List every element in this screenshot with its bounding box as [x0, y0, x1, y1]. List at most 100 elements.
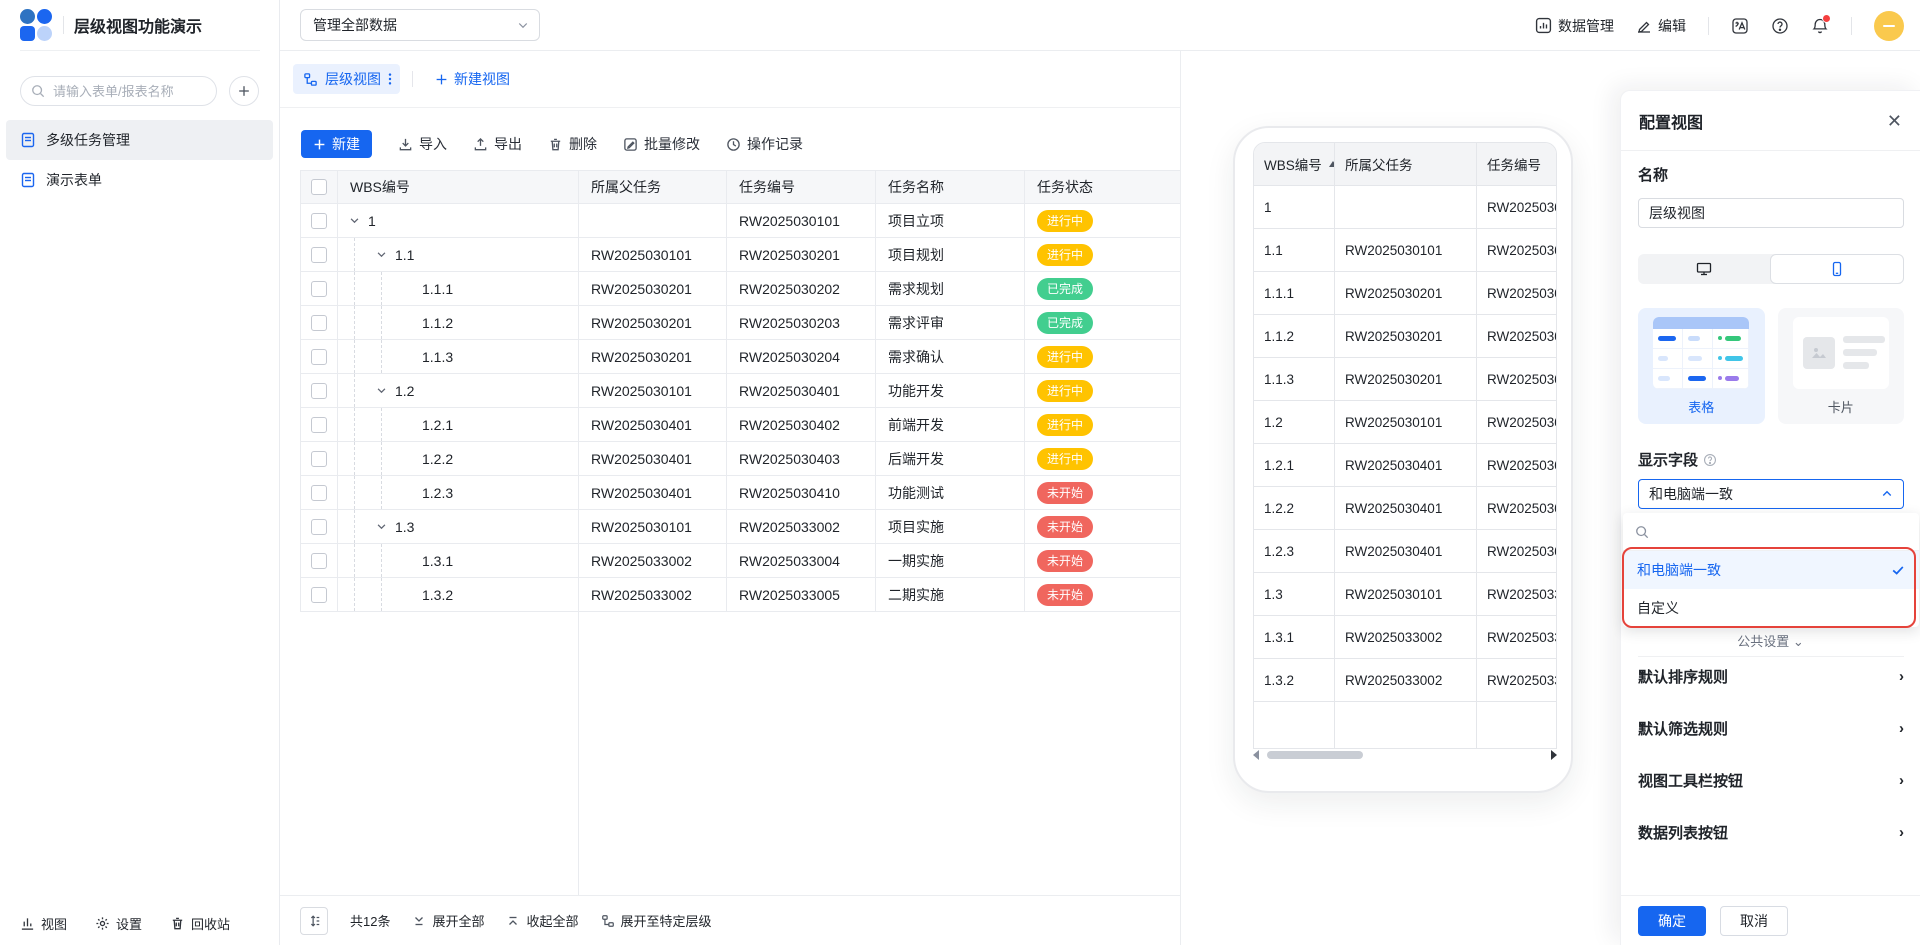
app-logo-icon	[20, 9, 52, 41]
table-row[interactable]: 1.3.2 RW2025033002 RW2025033005 二期实施 未开始	[301, 578, 1180, 612]
dropdown-option-custom[interactable]: 自定义	[1623, 589, 1919, 627]
expand-to-level-button[interactable]: 展开至特定层级	[601, 911, 712, 930]
scope-select[interactable]: 管理全部数据	[300, 9, 540, 41]
phone-table-row: 1.1.1 RW2025030201 RW2025030202	[1254, 272, 1556, 315]
search-input[interactable]	[51, 83, 206, 100]
column-header[interactable]: 任务编号	[727, 171, 876, 204]
column-header[interactable]: 任务状态	[1025, 171, 1180, 204]
display-fields-select[interactable]: 和电脑端一致	[1638, 479, 1904, 509]
sidebar-item[interactable]: 演示表单	[6, 160, 273, 200]
recycle-bin-button[interactable]: 回收站	[170, 914, 230, 933]
expand-all-button[interactable]: 展开全部	[412, 911, 484, 930]
table-row[interactable]: 1.2 RW2025030101 RW2025030401 功能开发 进行中	[301, 374, 1180, 408]
column-header[interactable]: 任务名称	[876, 171, 1025, 204]
column-header[interactable]: WBS编号	[338, 171, 579, 204]
table-row[interactable]: 1.1.1 RW2025030201 RW2025030202 需求规划 已完成	[301, 272, 1180, 306]
select-all-checkbox[interactable]	[311, 179, 327, 195]
delete-button[interactable]: 删除	[548, 134, 597, 154]
phone-wbs-cell: 1.2.2	[1254, 487, 1335, 530]
common-settings-toggle[interactable]: 公共设置 ⌄	[1621, 631, 1920, 650]
phone-task-number-cell: RW2025030201	[1477, 229, 1556, 272]
row-checkbox[interactable]	[311, 281, 327, 297]
table-row[interactable]: 1.1.3 RW2025030201 RW2025030204 需求确认 进行中	[301, 340, 1180, 374]
import-icon	[398, 137, 413, 152]
row-checkbox[interactable]	[311, 315, 327, 331]
config-section-row[interactable]: 默认排序规则 ›	[1638, 661, 1904, 691]
data-manage-button[interactable]: 数据管理	[1535, 16, 1614, 36]
views-button[interactable]: 视图	[20, 914, 67, 933]
column-header[interactable]: 所属父任务	[579, 171, 727, 204]
record-toolbar: 新建 导入 导出 删除 批量修改 操作记录	[280, 108, 1180, 158]
table-row[interactable]: 1.2.3 RW2025030401 RW2025030410 功能测试 未开始	[301, 476, 1180, 510]
scroll-left-arrow-icon[interactable]	[1253, 750, 1259, 760]
notifications-button[interactable]	[1811, 17, 1829, 35]
history-button[interactable]: 操作记录	[726, 134, 803, 154]
phone-empty-row	[1254, 702, 1556, 748]
row-checkbox[interactable]	[311, 383, 327, 399]
edit-app-button[interactable]: 编辑	[1636, 16, 1686, 36]
phone-horizontal-scrollbar[interactable]	[1253, 749, 1557, 761]
cancel-button[interactable]: 取消	[1720, 906, 1788, 936]
view-type-card-card[interactable]: 卡片	[1778, 308, 1905, 424]
phone-column-header: 所属父任务	[1335, 143, 1477, 186]
add-form-button[interactable]	[229, 76, 259, 106]
row-checkbox[interactable]	[311, 485, 327, 501]
translate-button[interactable]	[1731, 17, 1749, 35]
form-search-box[interactable]	[20, 76, 217, 106]
desktop-toggle-button[interactable]	[1638, 254, 1770, 284]
mobile-toggle-button[interactable]	[1770, 254, 1904, 284]
task-table: WBS编号 所属父任务 任务编号 任务名称 任务状态 1 RW202503010…	[300, 170, 1180, 612]
settings-button[interactable]: 设置	[95, 914, 142, 933]
config-section-row[interactable]: 数据列表按钮 ›	[1638, 817, 1904, 847]
dropdown-option-same-as-desktop[interactable]: 和电脑端一致	[1623, 551, 1919, 589]
table-row[interactable]: 1.2.2 RW2025030401 RW2025030403 后端开发 进行中	[301, 442, 1180, 476]
dropdown-search-box[interactable]	[1623, 513, 1919, 551]
table-row[interactable]: 1.1 RW2025030101 RW2025030201 项目规划 进行中	[301, 238, 1180, 272]
phone-table-row: 1.2.2 RW2025030401 RW2025030403	[1254, 487, 1556, 530]
collapse-all-button[interactable]: 收起全部	[506, 911, 578, 930]
row-checkbox[interactable]	[311, 553, 327, 569]
batch-edit-button[interactable]: 批量修改	[623, 134, 700, 154]
row-checkbox[interactable]	[311, 519, 327, 535]
wbs-number: 1.2	[395, 383, 414, 399]
tab-hierarchy-view[interactable]: 层级视图	[293, 64, 400, 94]
row-checkbox[interactable]	[311, 587, 327, 603]
plus-icon	[237, 84, 251, 98]
row-height-icon	[307, 914, 321, 928]
table-row[interactable]: 1.2.1 RW2025030401 RW2025030402 前端开发 进行中	[301, 408, 1180, 442]
view-type-table-card[interactable]: 表格	[1638, 308, 1765, 424]
user-avatar[interactable]	[1874, 11, 1904, 41]
table-row[interactable]: 1.3.1 RW2025033002 RW2025033004 一期实施 未开始	[301, 544, 1180, 578]
scrollbar-thumb[interactable]	[1267, 751, 1363, 759]
help-button[interactable]	[1771, 17, 1789, 35]
phone-parent-cell: RW2025033002	[1335, 616, 1477, 659]
row-checkbox[interactable]	[311, 349, 327, 365]
row-expand-chevron[interactable]	[376, 521, 387, 532]
kebab-menu-icon[interactable]	[388, 72, 392, 86]
config-section-row[interactable]: 默认筛选规则 ›	[1638, 713, 1904, 743]
close-icon[interactable]: ✕	[1887, 112, 1902, 130]
new-view-button[interactable]: 新建视图	[425, 69, 510, 89]
table-row[interactable]: 1.3 RW2025030101 RW2025033002 项目实施 未开始	[301, 510, 1180, 544]
row-expand-chevron[interactable]	[349, 215, 360, 226]
row-checkbox[interactable]	[311, 417, 327, 433]
scroll-right-arrow-icon[interactable]	[1551, 750, 1557, 760]
confirm-button[interactable]: 确定	[1638, 906, 1706, 936]
view-name-input[interactable]	[1638, 198, 1904, 228]
sidebar-item[interactable]: 多级任务管理	[6, 120, 273, 160]
row-height-button[interactable]	[300, 907, 328, 935]
row-checkbox[interactable]	[311, 213, 327, 229]
phone-task-number-cell: RW2025030202	[1477, 272, 1556, 315]
export-button[interactable]: 导出	[473, 134, 522, 154]
row-expand-chevron[interactable]	[376, 385, 387, 396]
config-section-row[interactable]: 视图工具栏按钮 ›	[1638, 765, 1904, 795]
row-expand-chevron[interactable]	[376, 249, 387, 260]
table-row[interactable]: 1.1.2 RW2025030201 RW2025030203 需求评审 已完成	[301, 306, 1180, 340]
status-badge: 进行中	[1037, 244, 1093, 266]
row-checkbox[interactable]	[311, 247, 327, 263]
table-row[interactable]: 1 RW2025030101 项目立项 进行中	[301, 204, 1180, 238]
section-label: 默认排序规则	[1638, 666, 1728, 687]
new-record-button[interactable]: 新建	[301, 130, 372, 158]
row-checkbox[interactable]	[311, 451, 327, 467]
import-button[interactable]: 导入	[398, 134, 447, 154]
